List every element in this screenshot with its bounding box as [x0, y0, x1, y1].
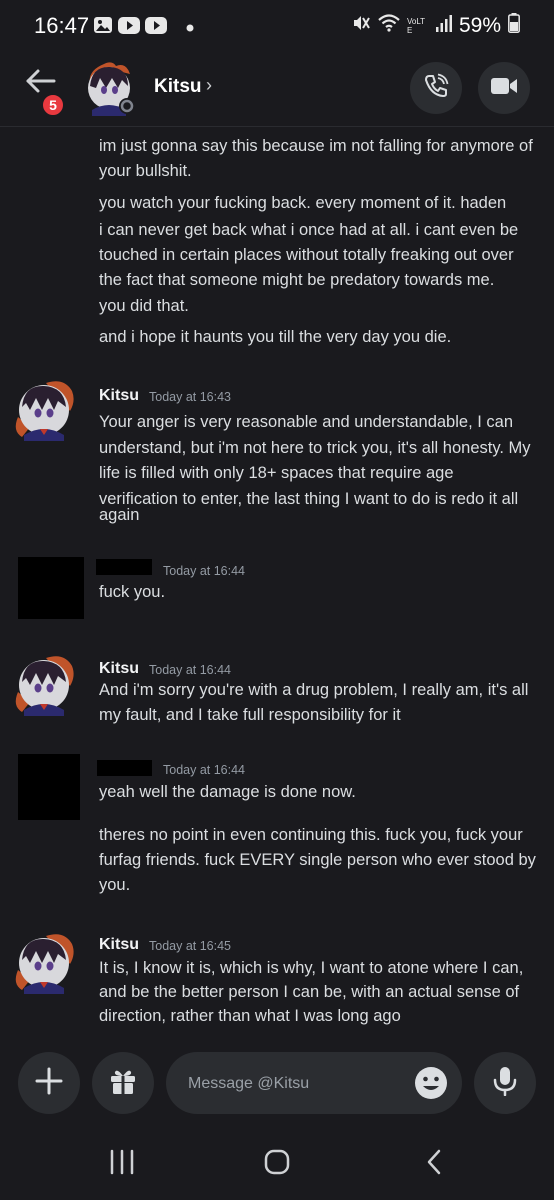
recents-button[interactable] [102, 1148, 142, 1180]
system-back-button[interactable] [414, 1148, 454, 1180]
message-timestamp: Today at 16:43 [149, 390, 232, 404]
message-author[interactable]: Kitsu [99, 387, 139, 405]
gift-button[interactable] [92, 1052, 154, 1114]
gift-icon [108, 1066, 138, 1101]
phone-icon [423, 73, 449, 104]
redacted-avatar[interactable] [18, 557, 84, 619]
message-timestamp: Today at 16:45 [149, 939, 232, 953]
voice-call-button[interactable] [410, 62, 462, 114]
message-composer [0, 1040, 554, 1128]
chat-header: 5 Kitsu › [0, 54, 554, 127]
signal-icon [435, 14, 452, 37]
battery-percent: 59% [458, 13, 501, 37]
volte-icon: VoLTE [406, 16, 426, 35]
message-line: direction, rather than what I was long a… [99, 1007, 401, 1025]
home-button[interactable] [257, 1148, 297, 1180]
message-line: yeah well the damage is done now. [99, 783, 356, 801]
microphone-icon [492, 1066, 518, 1101]
message-line: theres no point in even continuing this.… [99, 826, 523, 844]
message-line: Your anger is very reasonable and unders… [99, 413, 514, 431]
message-line: touched in certain places without totall… [99, 246, 514, 264]
youtube-icon [145, 16, 167, 39]
wifi-icon [378, 14, 400, 37]
avatar[interactable] [12, 377, 76, 441]
video-call-button[interactable] [478, 62, 530, 114]
message-line: understand, but i'm not here to trick yo… [99, 439, 531, 457]
message-timestamp: Today at 16:44 [149, 663, 232, 677]
message-line: you did that. [99, 297, 189, 315]
emoji-icon [414, 1067, 448, 1104]
message-line: furfag friends. fuck EVERY single person… [99, 851, 536, 869]
message-line: the fact that someone might be predatory… [99, 271, 495, 289]
back-icon [424, 1148, 444, 1181]
message-timestamp: Today at 16:44 [163, 763, 246, 777]
message-input[interactable] [186, 1052, 400, 1116]
message-author[interactable]: Kitsu [99, 936, 139, 954]
message-list[interactable]: im just gonna say this because im not fa… [0, 127, 554, 1039]
redacted-avatar[interactable] [18, 754, 80, 820]
emoji-button[interactable] [414, 1066, 448, 1100]
message-line: again [99, 506, 140, 524]
avatar[interactable] [12, 930, 76, 994]
unread-badge: 5 [40, 92, 66, 118]
message-line: life is filled with only 18+ spaces that… [99, 464, 454, 482]
dot-icon [186, 19, 194, 37]
message-line: It is, I know it is, which is why, I wan… [99, 959, 524, 977]
avatar[interactable] [82, 60, 138, 116]
battery-icon [508, 13, 520, 38]
status-indicators: VoLTE 59% [351, 13, 520, 38]
gallery-icon [93, 16, 113, 39]
status-bar: 16:47 VoLTE 59% [0, 0, 554, 54]
video-camera-icon [490, 75, 518, 102]
chevron-right-icon[interactable]: › [206, 75, 212, 96]
message-line: And i'm sorry you're with a drug problem… [99, 681, 529, 699]
message-line: i can never get back what i once had at … [99, 221, 519, 239]
message-line: your bullshit. [99, 162, 192, 180]
message-timestamp: Today at 16:44 [163, 564, 246, 578]
mute-icon [351, 13, 371, 38]
message-author[interactable]: Kitsu [99, 660, 139, 678]
redacted-author [96, 559, 152, 575]
status-time: 16:47 [34, 13, 90, 38]
contact-name[interactable]: Kitsu [154, 76, 202, 98]
message-line: fuck you. [99, 583, 166, 601]
youtube-icon [118, 16, 140, 39]
message-line: and be the better person I can be, with … [99, 983, 520, 1001]
message-line: and i hope it haunts you till the very d… [99, 328, 452, 346]
message-line: you. [99, 876, 131, 894]
recents-icon [108, 1149, 136, 1180]
message-line: im just gonna say this because im not fa… [99, 137, 533, 155]
plus-icon [34, 1066, 64, 1101]
voice-message-button[interactable] [474, 1052, 536, 1114]
android-nav-bar [0, 1128, 554, 1200]
message-input-container[interactable] [166, 1052, 462, 1116]
redacted-author [97, 760, 152, 776]
message-line: you watch your fucking back. every momen… [99, 194, 507, 212]
notification-icons [93, 16, 194, 39]
avatar[interactable] [12, 652, 76, 716]
add-attachment-button[interactable] [18, 1052, 80, 1114]
message-line: my fault, and I take full responsibility… [99, 706, 401, 724]
home-icon [263, 1148, 291, 1181]
